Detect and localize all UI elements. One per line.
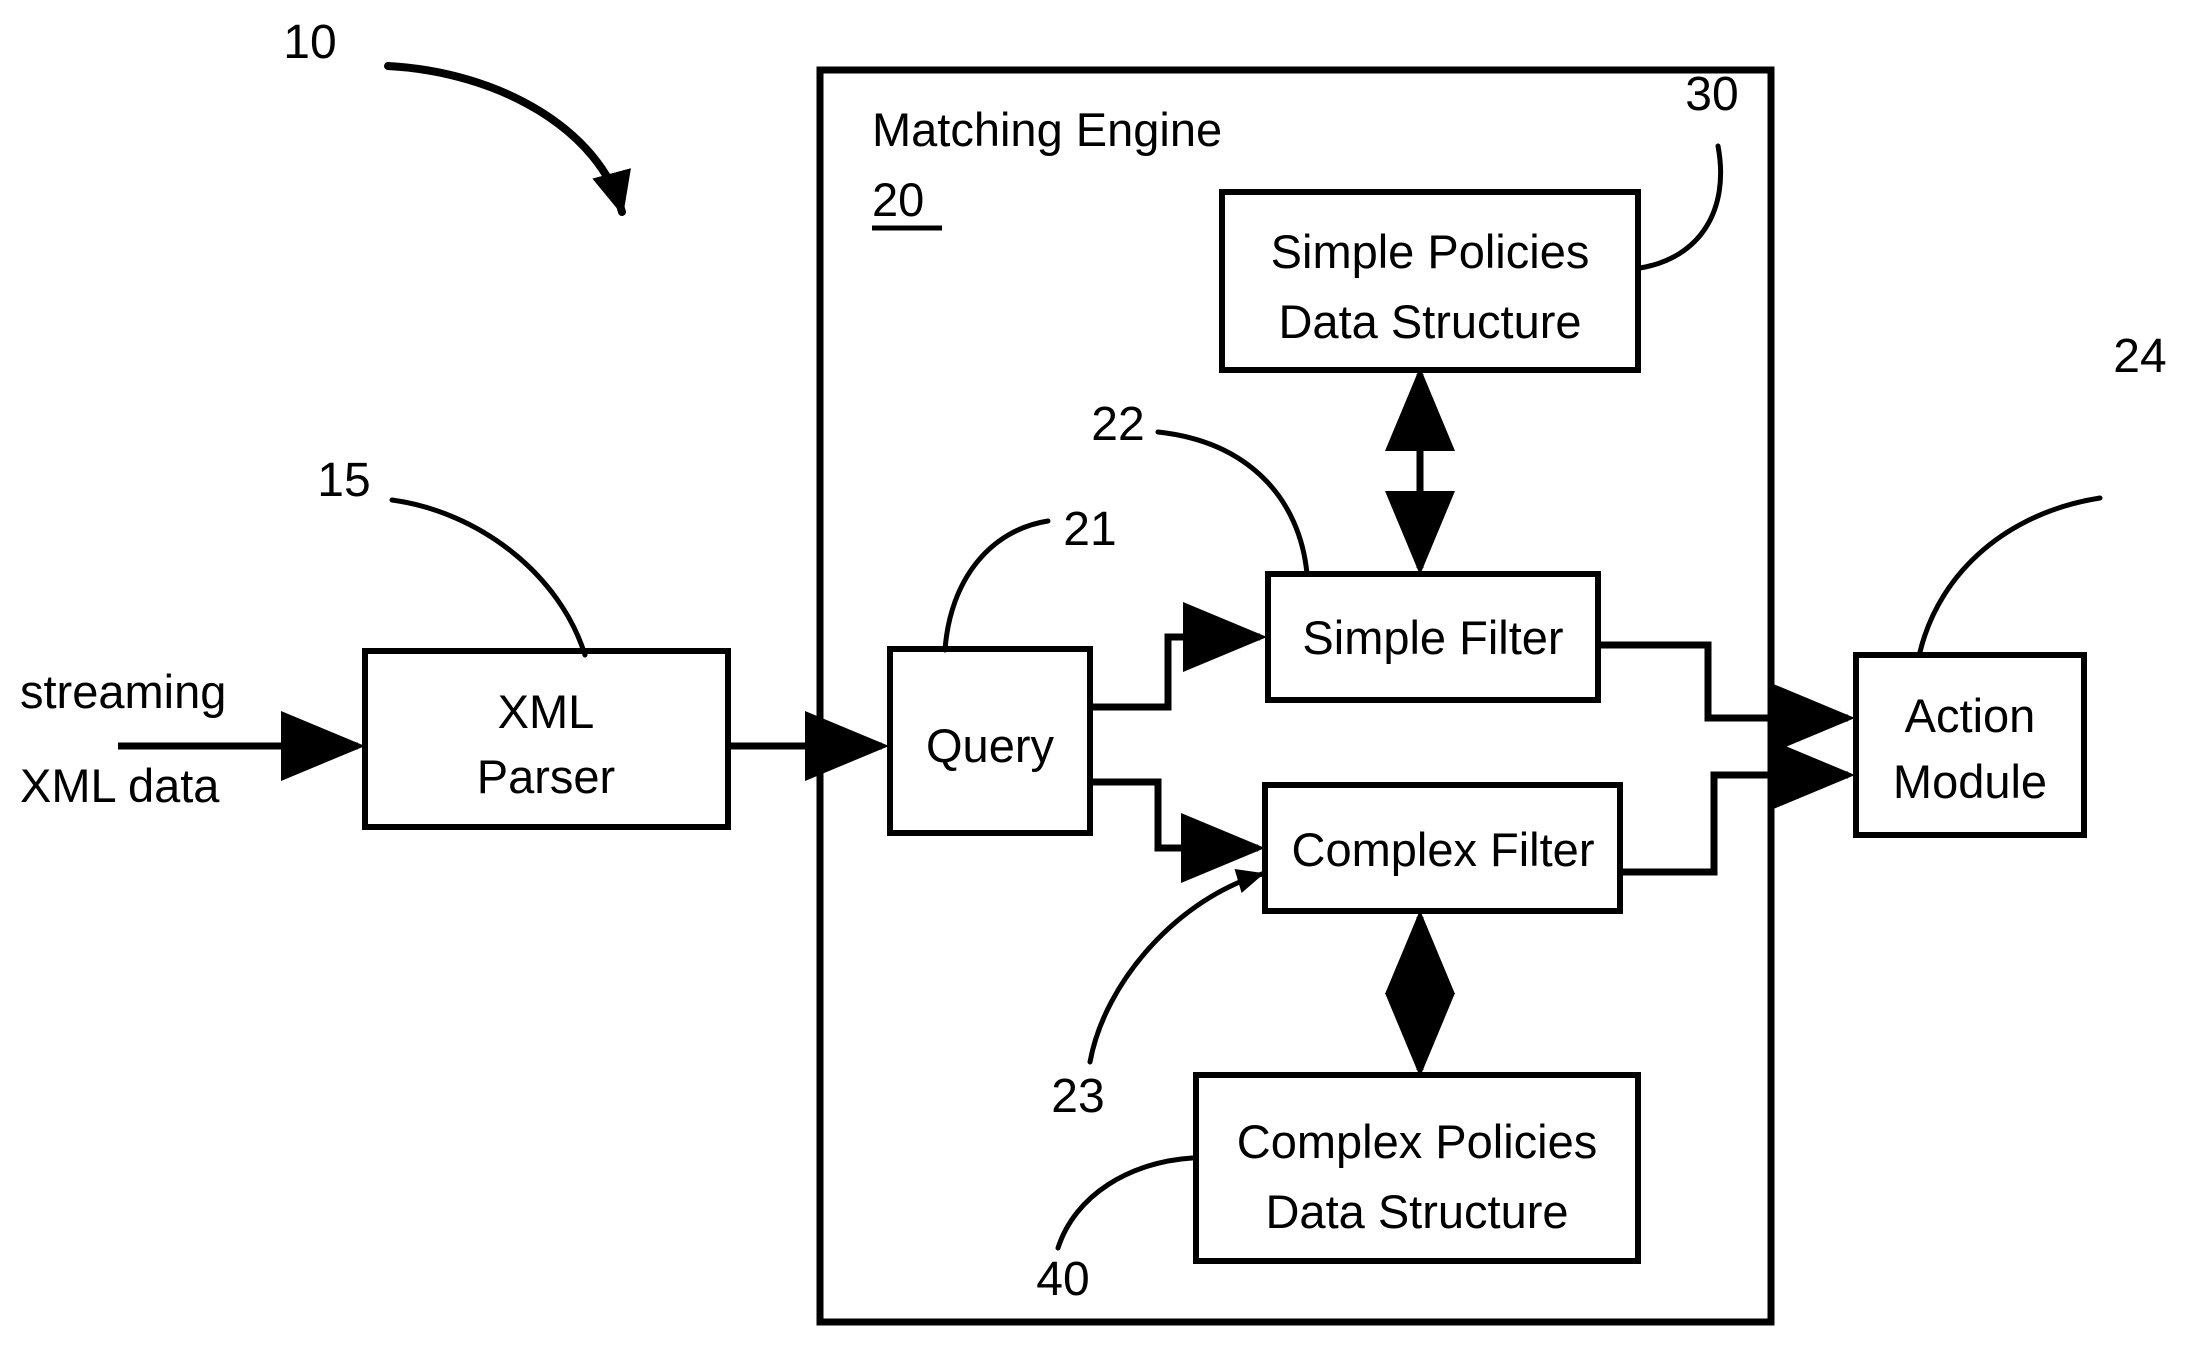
- ref-label-10: 10: [283, 16, 336, 69]
- query-label: Query: [926, 719, 1054, 772]
- ref-label-23: 23: [1051, 1070, 1104, 1123]
- diagram-canvas: 10 Matching Engine 20 streaming XML data…: [20, 16, 2167, 1326]
- complex-filter-box: Complex Filter: [1262, 782, 1623, 914]
- xml-parser-box: XML Parser: [362, 648, 731, 830]
- complex-policies-label-line1: Complex Policies: [1237, 1115, 1597, 1168]
- action-module-label-line2: Module: [1893, 755, 2047, 808]
- ref-label-21: 21: [1063, 503, 1116, 556]
- xml-parser-leader: [389, 497, 588, 658]
- action-module-reference-24: 24: [1917, 330, 2167, 655]
- action-module-box: Action Module: [1853, 652, 2087, 838]
- ref-label-30: 30: [1685, 68, 1738, 121]
- complex-policies-label-line2: Data Structure: [1265, 1185, 1568, 1238]
- xml-parser-reference-15: 15: [317, 454, 588, 658]
- ref-label-24: 24: [2113, 330, 2166, 383]
- complex-policies-box: Complex Policies Data Structure: [1193, 1072, 1641, 1264]
- simple-policies-label-line1: Simple Policies: [1271, 225, 1590, 278]
- figure-leader-arrow: [384, 62, 631, 216]
- patent-figure: 10 Matching Engine 20 streaming XML data…: [0, 0, 2185, 1350]
- complex-filter-label: Complex Filter: [1292, 823, 1595, 876]
- simple-policies-box: Simple Policies Data Structure: [1219, 189, 1641, 373]
- xml-parser-label-line1: XML: [498, 685, 595, 738]
- ref-label-40: 40: [1036, 1253, 1089, 1306]
- query-box: Query: [887, 646, 1093, 836]
- ref-label-15: 15: [317, 454, 370, 507]
- action-module-label-line1: Action: [1905, 689, 2036, 742]
- xml-parser-label-line2: Parser: [477, 750, 615, 803]
- figure-reference-10: 10: [283, 16, 631, 216]
- matching-engine-reference: 20: [872, 173, 924, 226]
- streaming-input-label-line1: streaming: [20, 665, 226, 718]
- simple-filter-label: Simple Filter: [1302, 611, 1563, 664]
- streaming-input: streaming XML data: [20, 665, 365, 812]
- ref-label-22: 22: [1091, 398, 1144, 451]
- action-module-leader: [1917, 495, 2103, 655]
- simple-filter-box: Simple Filter: [1265, 571, 1601, 703]
- matching-engine-title: Matching Engine: [872, 103, 1222, 156]
- streaming-input-label-line2: XML data: [20, 759, 220, 812]
- action-module-rect: [1853, 652, 2087, 838]
- simple-policies-label-line2: Data Structure: [1278, 295, 1581, 348]
